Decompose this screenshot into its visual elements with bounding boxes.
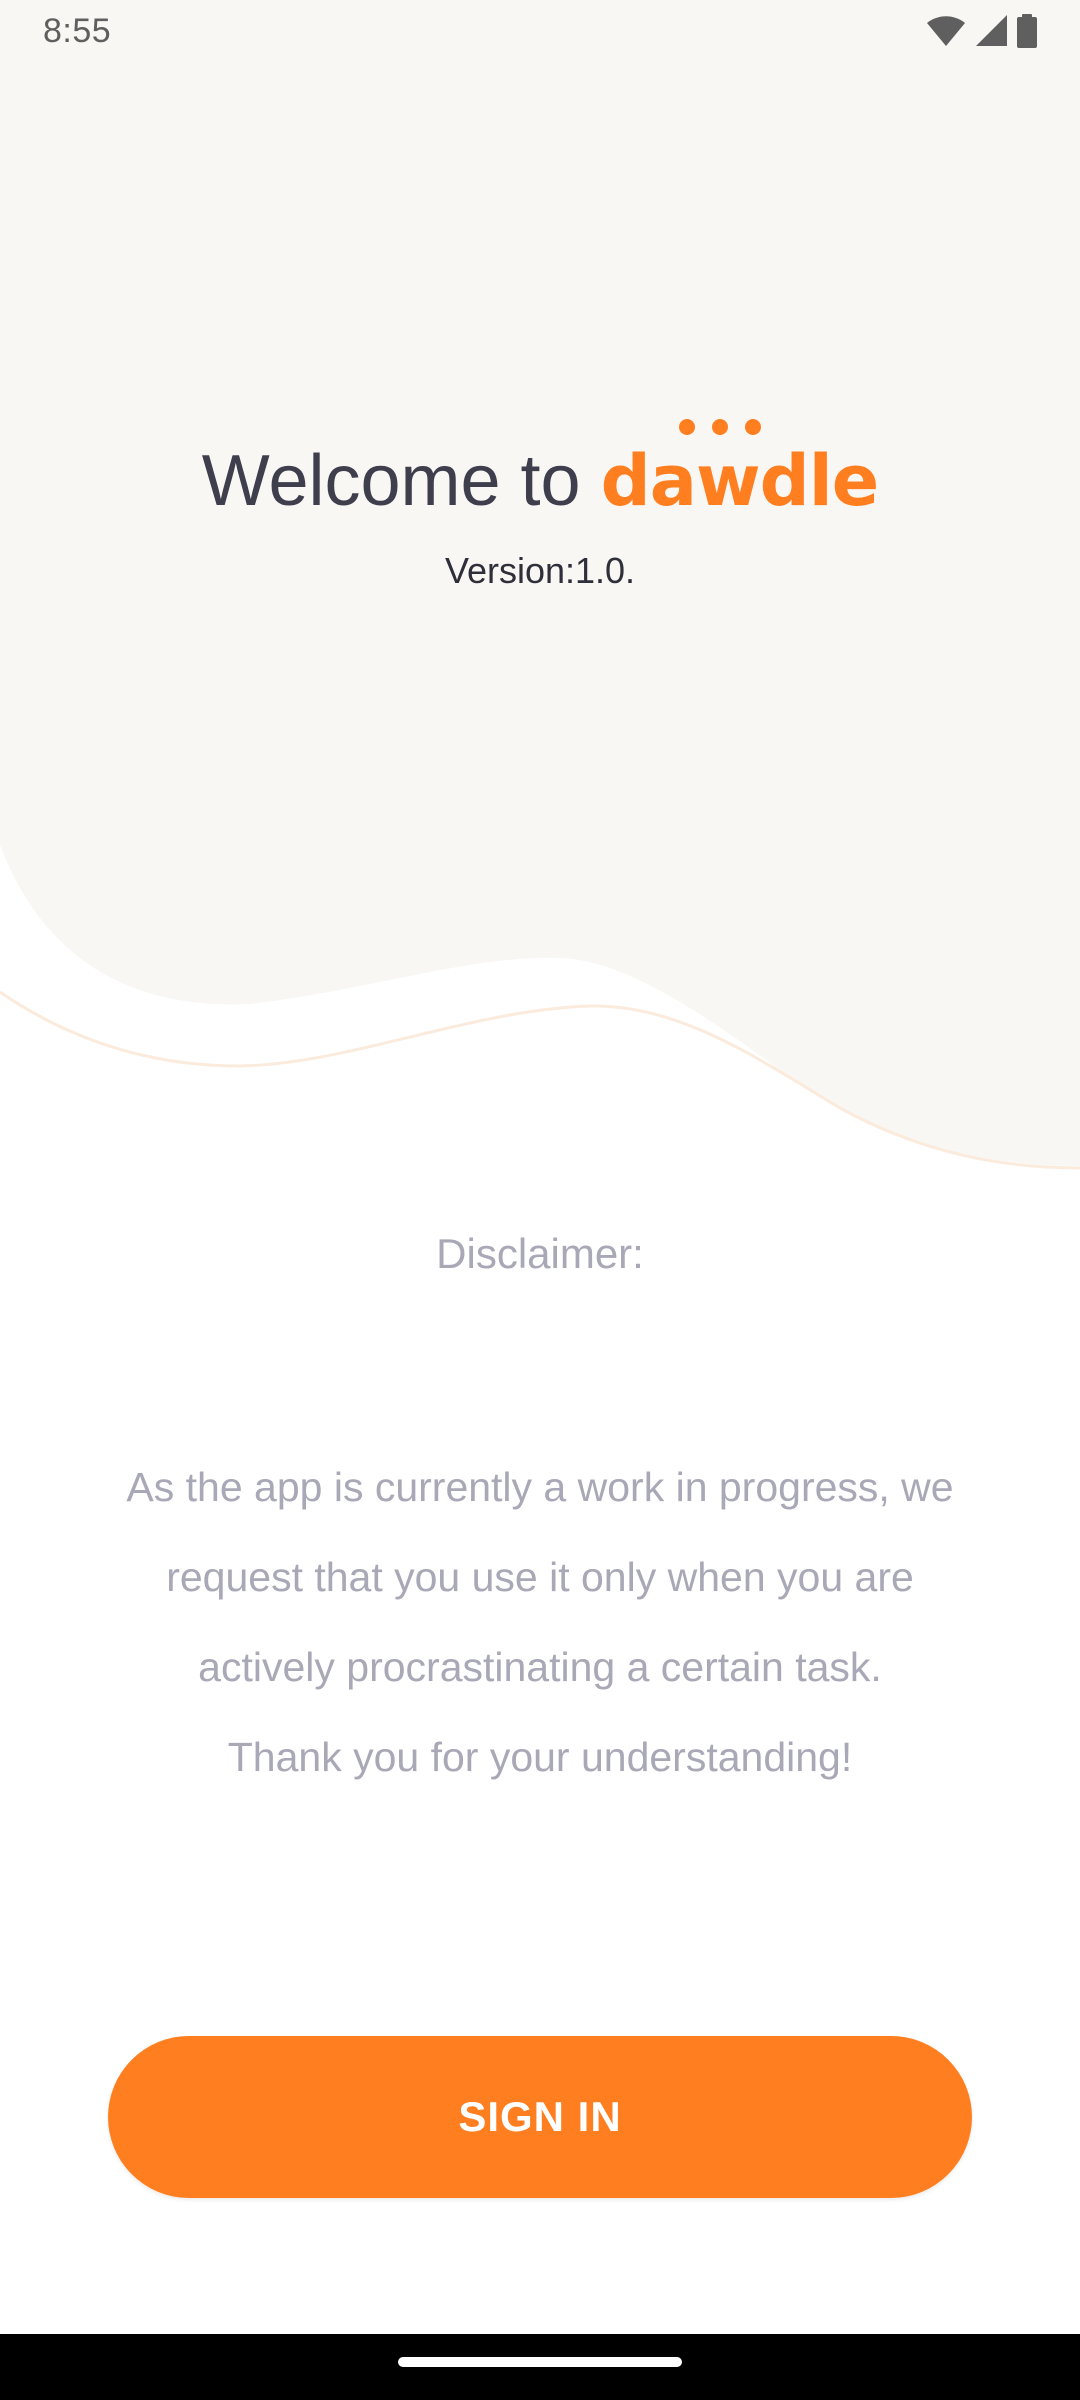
signal-icon [976, 15, 1007, 46]
status-bar: 8:55 [0, 0, 1080, 62]
wifi-icon [927, 16, 965, 46]
brand-logo: dawdle [600, 419, 880, 522]
disclaimer-line: actively procrastinating a certain task. [198, 1644, 882, 1690]
sign-in-button[interactable]: SIGN IN [108, 2036, 972, 2198]
welcome-heading: Welcome to dawdle [0, 419, 1080, 522]
welcome-screen: 8:55 Welcome to dawdle Version:1.0. Disc… [0, 0, 1080, 2400]
brand-name: dawdle [600, 440, 880, 522]
battery-icon [1017, 14, 1037, 48]
disclaimer-line: Thank you for your understanding! [227, 1734, 853, 1780]
home-indicator[interactable] [398, 2357, 682, 2367]
status-time: 8:55 [43, 12, 112, 50]
status-icons [926, 14, 1038, 48]
welcome-prefix: Welcome to [201, 441, 581, 521]
disclaimer-text: As the app is currently a work in progre… [90, 1442, 990, 1802]
navigation-bar [0, 2334, 1080, 2400]
version-label: Version:1.0. [444, 550, 636, 591]
brand-dots-icon [678, 419, 761, 435]
disclaimer-title: Disclaimer: [436, 1230, 644, 1277]
disclaimer-line: request that you use it only when you ar… [166, 1554, 914, 1600]
disclaimer-line: As the app is currently a work in progre… [126, 1464, 954, 1510]
